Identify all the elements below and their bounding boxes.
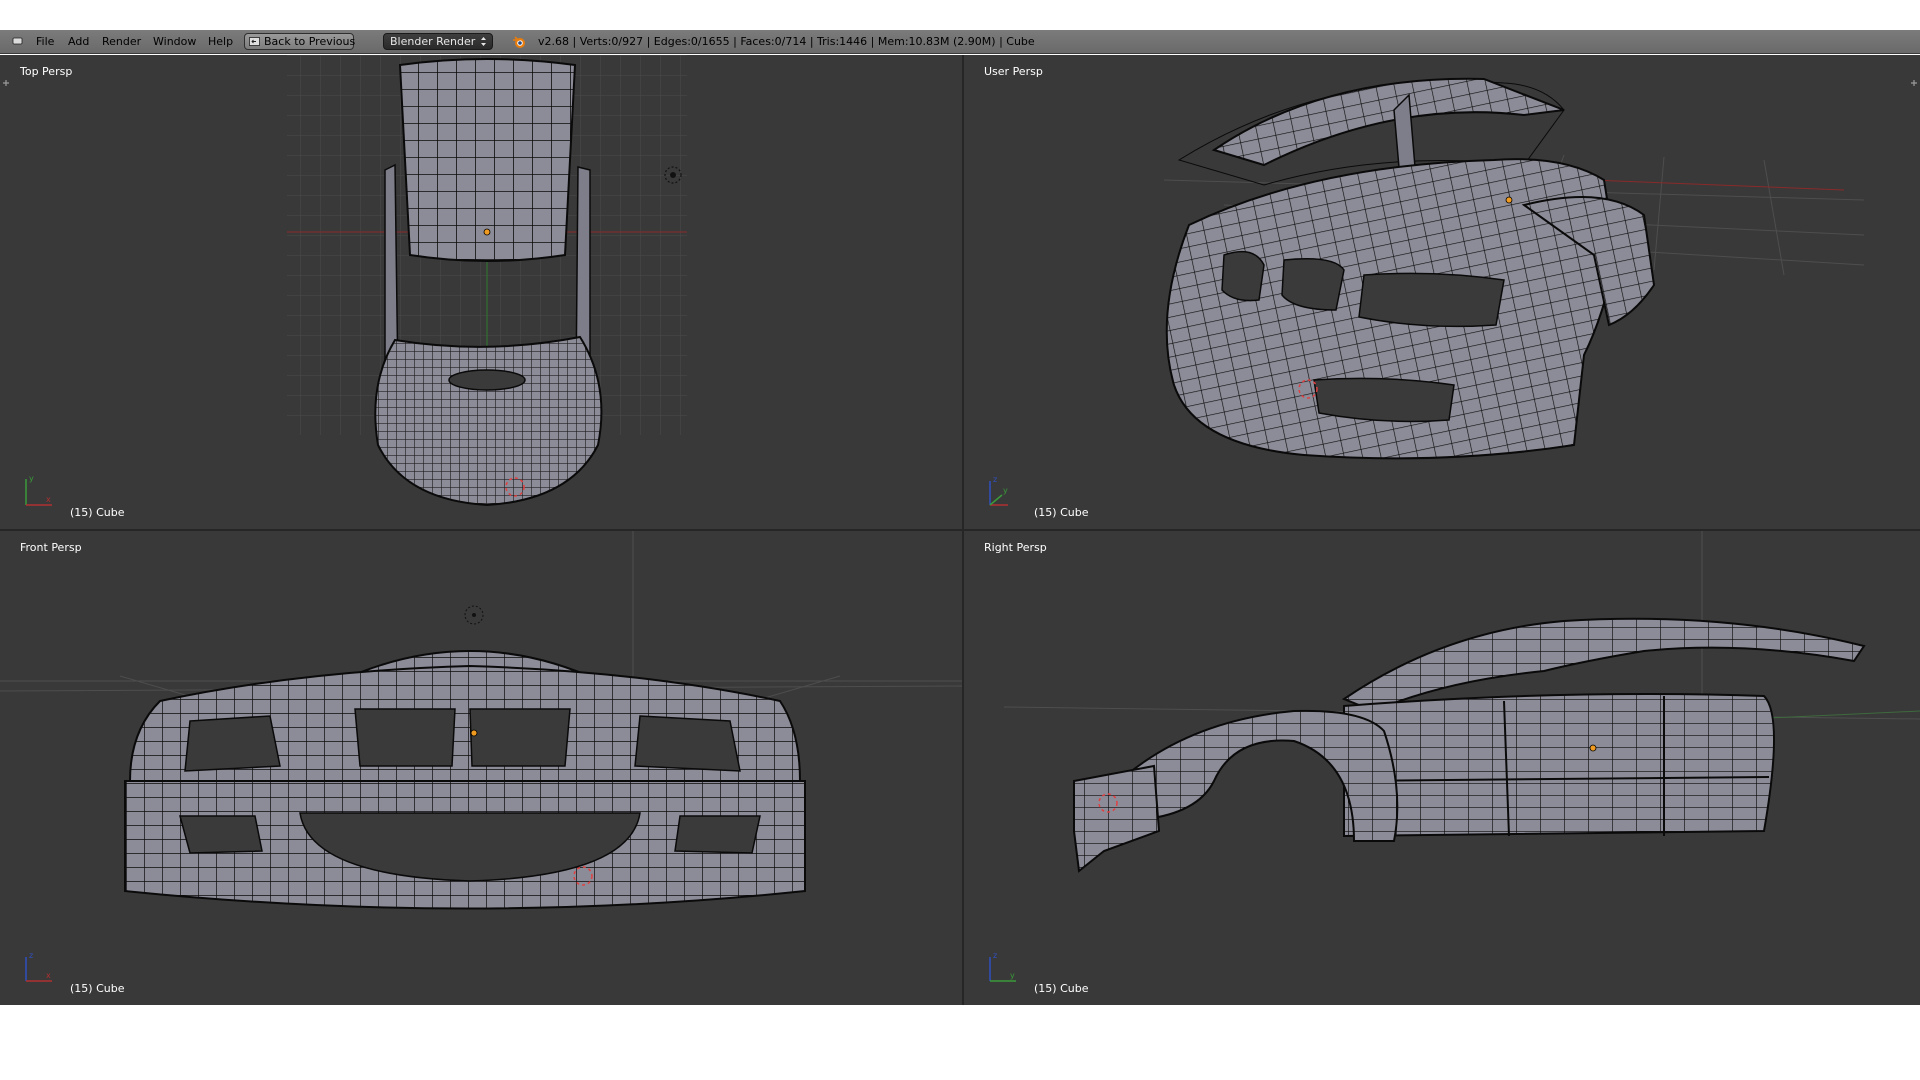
svg-text:y: y (1003, 486, 1008, 495)
viewport-title: Right Persp (984, 541, 1047, 554)
viewport-front-persp[interactable]: Front Persp z x (15) Cube (0, 531, 962, 1005)
car-mesh-user-view (1163, 77, 1865, 460)
render-engine-select[interactable]: Blender Render (383, 33, 493, 50)
top-menu-bar: File Add Render Window Help Back to Prev… (0, 30, 1920, 54)
viewport-title: Top Persp (20, 65, 73, 78)
screen-back-icon (249, 37, 260, 46)
menu-render[interactable]: Render (102, 30, 141, 54)
axis-gizmo-icon: z y (989, 951, 1016, 982)
viewport-top-persp[interactable]: Top Persp y x (15) Cube (0, 55, 962, 529)
axis-gizmo-icon: z y (989, 475, 1008, 506)
axis-gizmo-icon: y x (25, 474, 52, 506)
viewport-right-persp[interactable]: Right Persp z y (15) Cube (964, 531, 1920, 1005)
car-mesh-right-view (1003, 531, 1920, 873)
menu-file[interactable]: File (36, 30, 54, 54)
back-to-previous-button[interactable]: Back to Previous (244, 33, 356, 50)
axis-gizmo-icon: z x (25, 951, 52, 982)
svg-text:z: z (29, 951, 33, 960)
render-engine-value: Blender Render (390, 35, 476, 48)
car-mesh-front-view (0, 531, 962, 910)
updown-arrows-icon (481, 37, 486, 46)
active-object-label: (15) Cube (70, 506, 125, 519)
viewport-title: Front Persp (20, 541, 82, 554)
area-split-widget-icon[interactable] (1910, 79, 1918, 87)
menu-help[interactable]: Help (208, 30, 233, 54)
svg-text:z: z (993, 475, 997, 484)
info-editor-icon[interactable] (12, 36, 24, 46)
active-object-label: (15) Cube (1034, 506, 1089, 519)
svg-text:z: z (993, 951, 997, 960)
svg-text:x: x (46, 495, 51, 504)
svg-text:y: y (29, 474, 34, 483)
svg-text:y: y (1010, 971, 1015, 980)
svg-text:x: x (46, 971, 51, 980)
viewport-title: User Persp (984, 65, 1043, 78)
active-object-label: (15) Cube (1034, 982, 1089, 995)
active-object-label: (15) Cube (70, 982, 125, 995)
blender-logo-icon (513, 36, 525, 48)
back-to-previous-label: Back to Previous (264, 35, 356, 48)
menu-window[interactable]: Window (153, 30, 196, 54)
menu-add[interactable]: Add (68, 30, 89, 54)
scene-stats: v2.68 | Verts:0/927 | Edges:0/1655 | Fac… (538, 35, 1035, 48)
viewport-user-persp[interactable]: User Persp z y (15) Cube (964, 55, 1920, 529)
car-mesh-top-view (287, 55, 687, 507)
area-split-widget-icon[interactable] (2, 79, 10, 87)
